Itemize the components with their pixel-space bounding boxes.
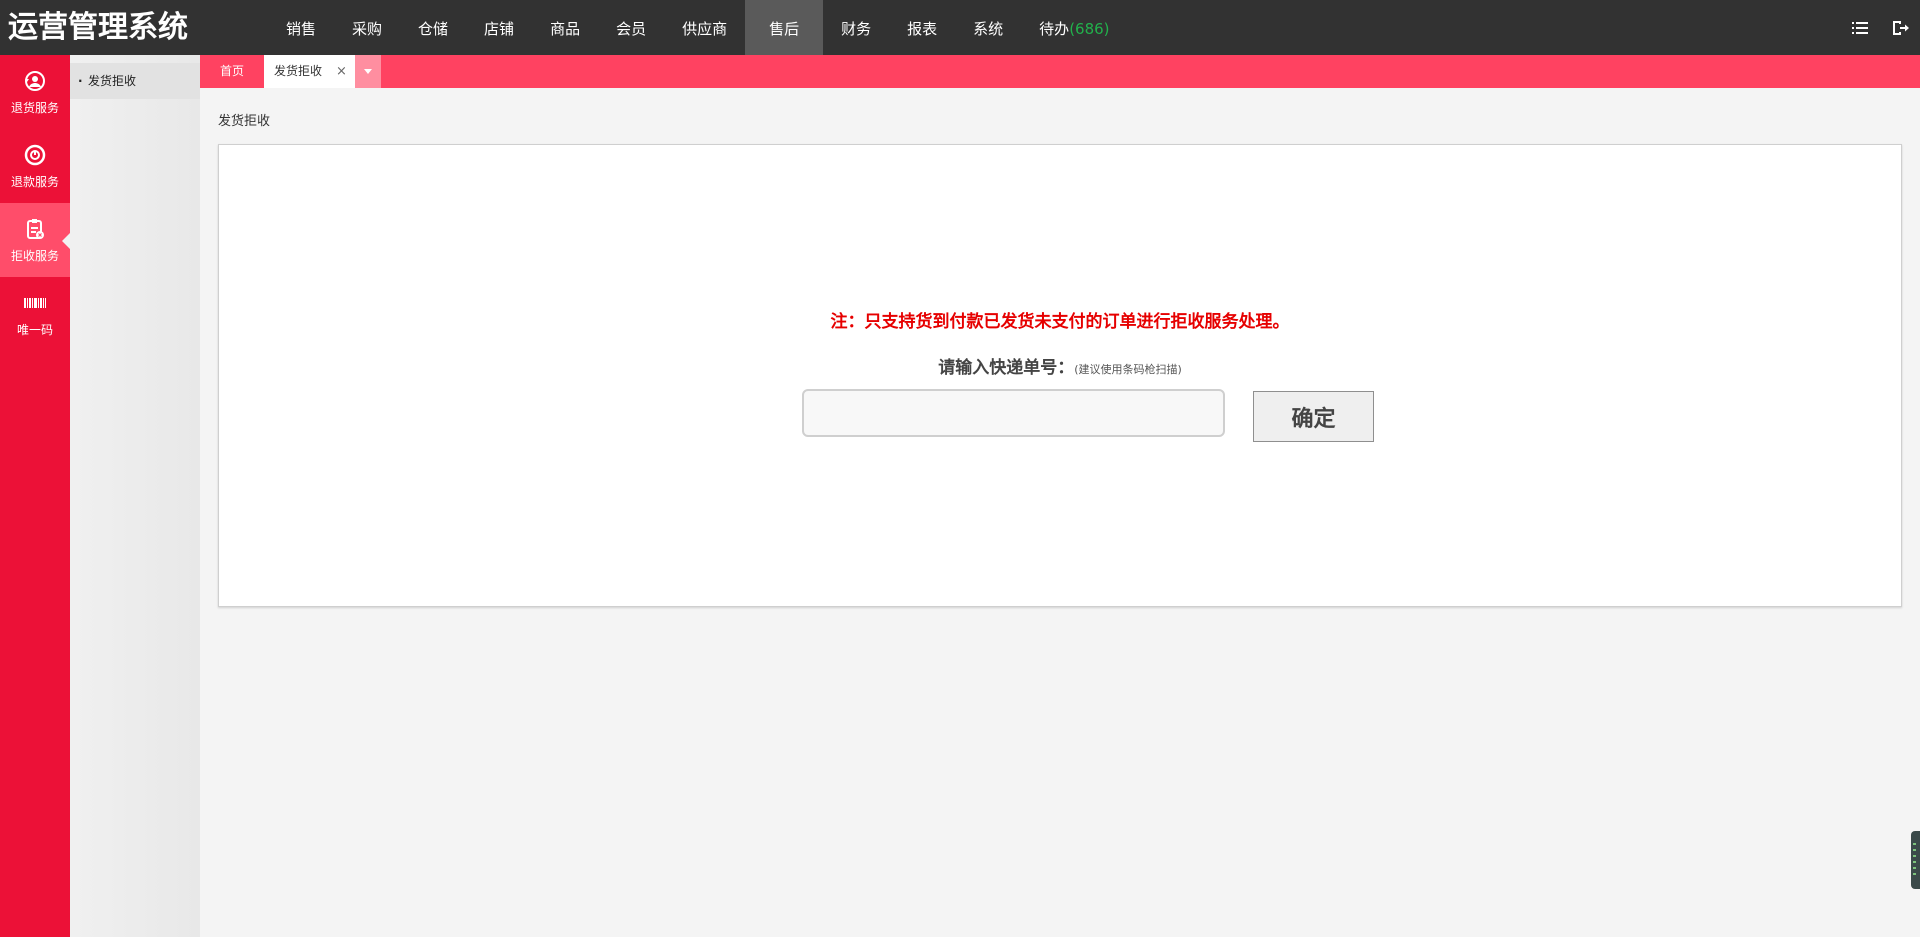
- logout-icon[interactable]: [1880, 0, 1920, 55]
- tab-dropdown-button[interactable]: [354, 55, 381, 88]
- close-icon[interactable]: ×: [336, 55, 347, 88]
- tab-label: 发货拒收: [274, 64, 323, 78]
- widget-bar: [1913, 843, 1916, 845]
- nav-item-report[interactable]: 报表: [889, 0, 955, 55]
- refund-service-icon: [23, 143, 47, 167]
- sidebar-item-unique-code[interactable]: 唯一码: [0, 277, 70, 351]
- nav-item-store[interactable]: 店铺: [466, 0, 532, 55]
- notice-text: 注：只支持货到付款已发货未支付的订单进行拒收服务处理。: [830, 312, 1290, 332]
- sidebar-item-return-service[interactable]: 退货服务: [0, 55, 70, 129]
- nav-item-supplier[interactable]: 供应商: [664, 0, 745, 55]
- sidebar-item-label: 拒收服务: [10, 248, 59, 263]
- todo-label: 待办: [1039, 20, 1070, 38]
- tab-home[interactable]: 首页: [200, 55, 264, 88]
- prompt-label: 请输入快递单号：: [938, 358, 1075, 378]
- list-icon[interactable]: [1840, 0, 1880, 55]
- side-widget[interactable]: [1911, 831, 1920, 889]
- chevron-down-icon: [363, 69, 372, 74]
- submenu-item-shipment-reject[interactable]: 发货拒收: [70, 63, 200, 99]
- sidebar-item-refund-service[interactable]: 退款服务: [0, 129, 70, 203]
- sidebar-item-label: 唯一码: [16, 322, 53, 337]
- sidebar: 退货服务 退款服务 拒收服务 唯一码: [0, 55, 70, 937]
- widget-bar: [1913, 855, 1916, 857]
- nav-item-member[interactable]: 会员: [598, 0, 664, 55]
- nav-item-purchase[interactable]: 采购: [334, 0, 400, 55]
- express-number-input[interactable]: [802, 389, 1225, 437]
- nav-item-finance[interactable]: 财务: [823, 0, 889, 55]
- todo-count: (686): [1069, 20, 1110, 38]
- tab-bar: 首页 发货拒收 ×: [200, 55, 1920, 88]
- nav-item-system[interactable]: 系统: [955, 0, 1021, 55]
- widget-bar: [1913, 849, 1916, 851]
- prompt-hint: (建议使用条码枪扫描): [1074, 363, 1182, 376]
- page-title: 发货拒收: [218, 114, 271, 129]
- reject-service-icon: [23, 217, 47, 241]
- top-right-tools: [1840, 0, 1920, 55]
- widget-bar: [1913, 873, 1916, 875]
- reject-form-panel: 注：只支持货到付款已发货未支付的订单进行拒收服务处理。 请输入快递单号：(建议使…: [218, 144, 1902, 607]
- nav-item-todo[interactable]: 待办(686): [1021, 0, 1127, 55]
- main-nav: 销售 采购 仓储 店铺 商品 会员 供应商 售后 财务 报表 系统 待办(686…: [268, 0, 1128, 55]
- barcode-icon: [23, 291, 47, 315]
- express-number-label: 请输入快递单号：(建议使用条码枪扫描): [219, 353, 1901, 378]
- widget-bar: [1913, 861, 1916, 863]
- tab-shipment-reject[interactable]: 发货拒收 ×: [264, 55, 355, 88]
- sidebar-item-label: 退货服务: [10, 100, 59, 115]
- nav-item-product[interactable]: 商品: [532, 0, 598, 55]
- nav-item-after-sales[interactable]: 售后: [745, 0, 824, 55]
- nav-item-warehouse[interactable]: 仓储: [400, 0, 466, 55]
- confirm-button[interactable]: 确定: [1253, 391, 1374, 442]
- app-title: 运营管理系统: [8, 10, 188, 45]
- widget-bar: [1913, 867, 1916, 869]
- top-bar: 运营管理系统 销售 采购 仓储 店铺 商品 会员 供应商 售后 财务 报表 系统…: [0, 0, 1920, 55]
- nav-item-sales[interactable]: 销售: [268, 0, 334, 55]
- sidebar-item-reject-service[interactable]: 拒收服务: [0, 203, 70, 277]
- sidebar-item-label: 退款服务: [10, 174, 59, 189]
- return-service-icon: [23, 69, 47, 93]
- submenu: 发货拒收: [70, 55, 200, 937]
